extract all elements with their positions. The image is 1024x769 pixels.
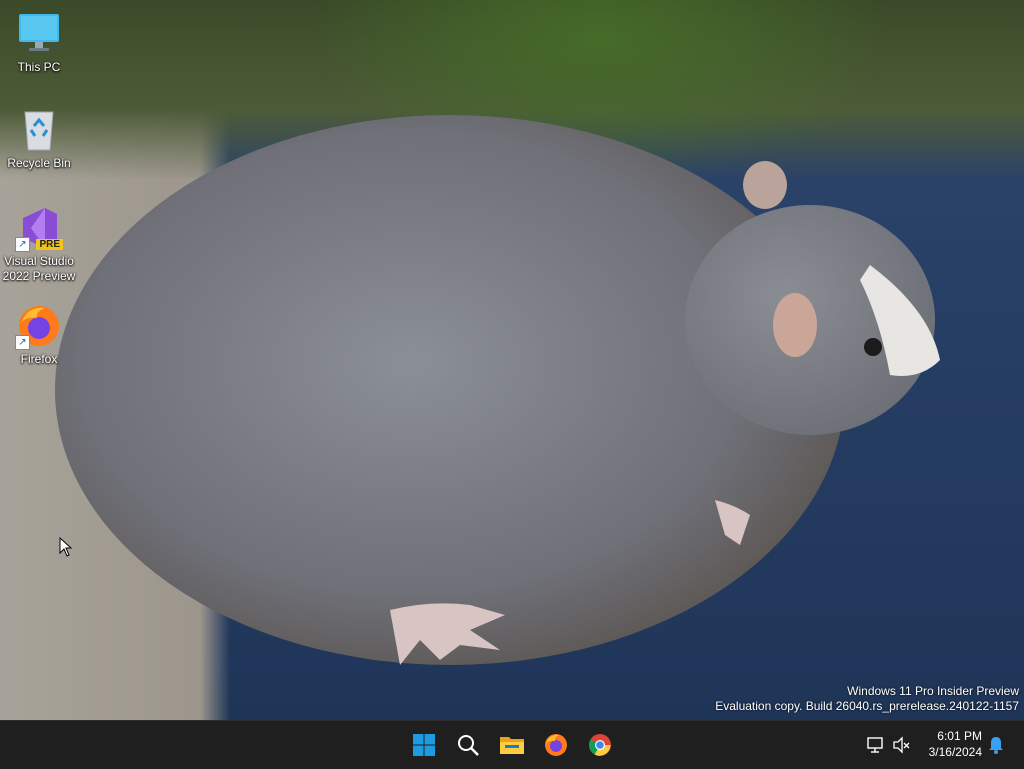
desktop-icon-visual-studio[interactable]: PRE ↗ Visual Studio 2022 Preview — [1, 204, 77, 284]
chrome-icon — [589, 734, 611, 756]
file-explorer-icon — [500, 737, 524, 754]
file-explorer-button[interactable] — [496, 729, 528, 761]
recycle-bin-icon — [15, 106, 63, 154]
firefox-icon: ↗ — [15, 302, 63, 350]
taskbar: 6:01 PM 3/16/2024 — [0, 720, 1024, 769]
monitor-icon — [15, 10, 63, 58]
desktop[interactable]: This PC Recycle Bin PRE ↗ Visual Studio … — [0, 0, 1024, 720]
watermark-edition: Windows 11 Pro Insider Preview — [847, 684, 1019, 698]
firefox-icon — [545, 734, 567, 756]
windows-watermark: Windows 11 Pro Insider Preview Evaluatio… — [715, 684, 1019, 714]
watermark-build: Evaluation copy. Build 26040.rs_prerelea… — [715, 699, 1019, 713]
shortcut-arrow-icon: ↗ — [15, 237, 30, 252]
visual-studio-preview-icon: PRE ↗ — [15, 204, 63, 252]
shortcut-arrow-icon: ↗ — [15, 335, 30, 350]
desktop-icon-label: Recycle Bin — [7, 156, 71, 170]
start-button[interactable] — [408, 729, 440, 761]
clock-time: 6:01 PM — [937, 729, 982, 743]
chrome-taskbar-button[interactable] — [584, 729, 616, 761]
firefox-taskbar-button[interactable] — [540, 729, 572, 761]
start-icon — [413, 734, 435, 756]
desktop-icon-this-pc[interactable]: This PC — [1, 10, 77, 75]
clock-date: 3/16/2024 — [928, 745, 982, 759]
desktop-icon-label: Visual Studio 2022 Preview — [2, 254, 76, 283]
search-button[interactable] — [452, 729, 484, 761]
search-icon — [458, 735, 479, 756]
desktop-icon-firefox[interactable]: ↗ Firefox — [1, 302, 77, 367]
mouse-cursor-icon — [59, 537, 73, 557]
desktop-icon-label: Firefox — [20, 352, 58, 366]
desktop-icon-label: This PC — [17, 60, 61, 74]
system-clock[interactable]: 6:01 PM 3/16/2024 — [929, 728, 982, 760]
preview-badge: PRE — [36, 239, 63, 250]
volume-muted-icon[interactable] — [892, 735, 912, 755]
desktop-icon-recycle-bin[interactable]: Recycle Bin — [1, 106, 77, 171]
network-icon[interactable] — [866, 735, 886, 755]
notification-bell-icon[interactable] — [986, 735, 1006, 755]
wallpaper-image — [55, 115, 940, 665]
